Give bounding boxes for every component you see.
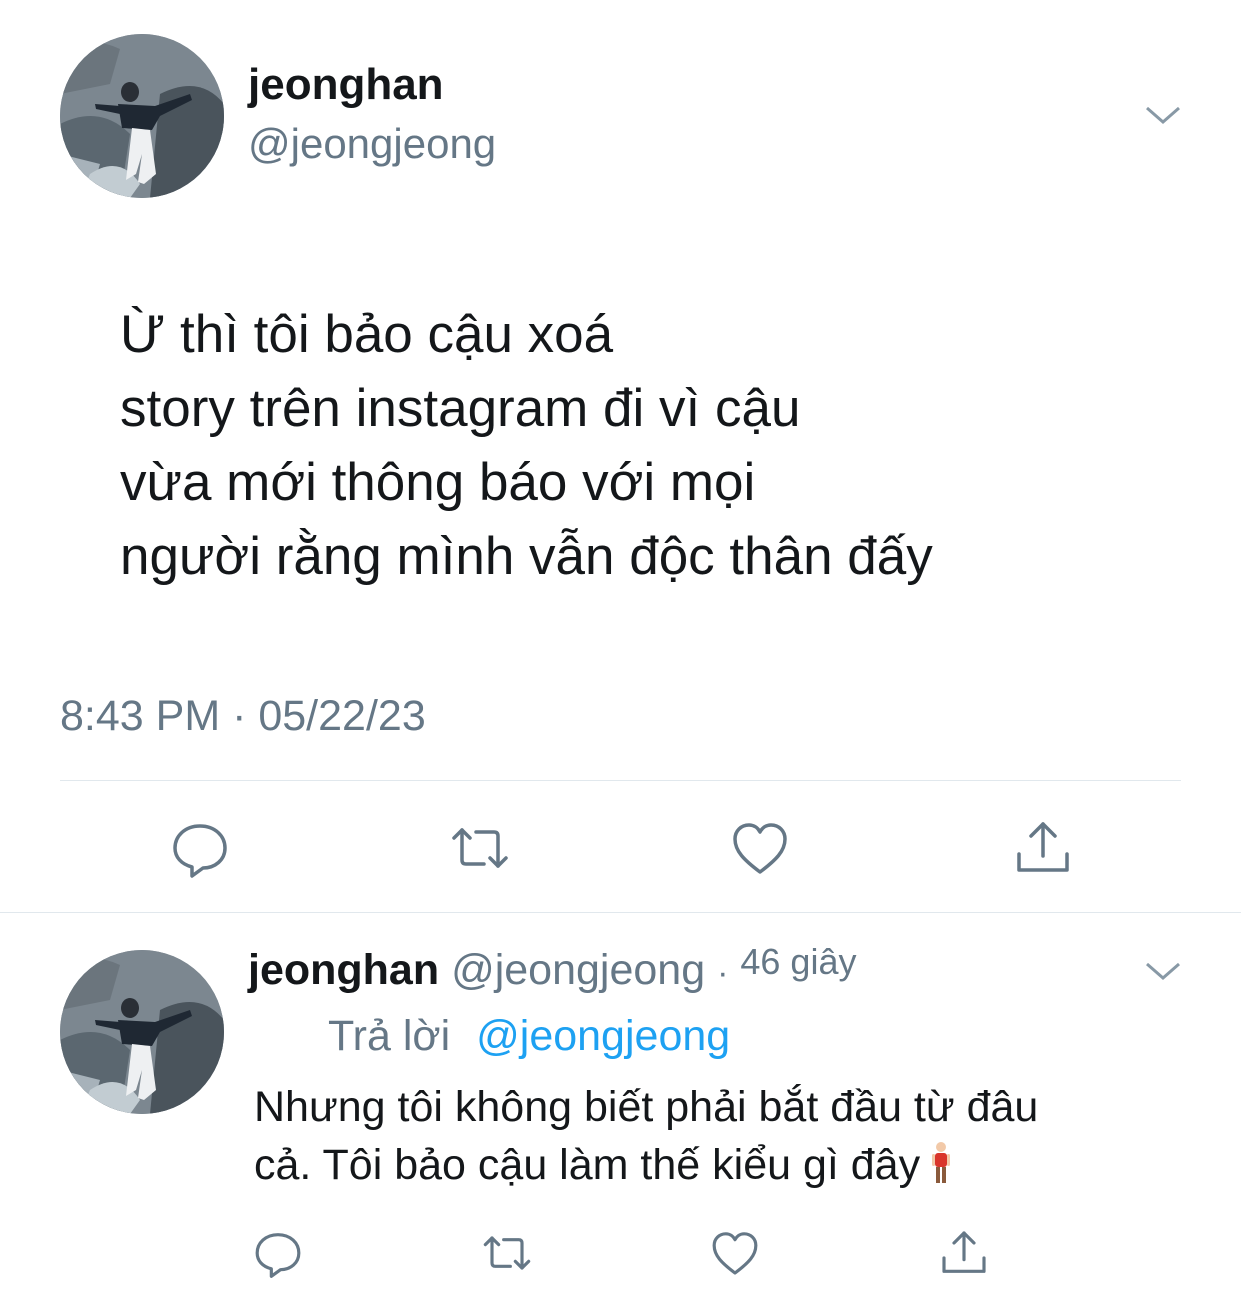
- display-name[interactable]: jeonghan: [248, 946, 439, 994]
- user-handle[interactable]: @jeongjeong: [451, 946, 705, 994]
- share-icon[interactable]: [1013, 818, 1073, 878]
- tweet-text-line: người rằng mình vẫn độc thân đấy: [120, 527, 933, 586]
- separator-dot: ·: [717, 954, 729, 992]
- display-name[interactable]: jeonghan: [248, 60, 444, 110]
- time-ago: 46 giây: [740, 941, 857, 982]
- divider: [60, 780, 1181, 781]
- divider: [0, 912, 1241, 913]
- reply-icon[interactable]: [170, 818, 230, 878]
- reply-text-line: Nhưng tôi không biết phải bắt đầu từ đâu: [254, 1083, 1039, 1131]
- reply-text: Nhưng tôi không biết phải bắt đầu từ đâu…: [254, 1078, 1214, 1194]
- tweet-text-line: vừa mới thông báo với mọi: [120, 453, 756, 512]
- reply-text-line-content: cả. Tôi bảo cậu làm thế kiểu gì đây: [254, 1141, 921, 1189]
- replying-to: Trả lời @jeongjeong: [328, 1012, 730, 1061]
- tweet-text-line: Ừ thì tôi bảo cậu xoá: [120, 305, 614, 364]
- retweet-icon[interactable]: [482, 1228, 532, 1278]
- reply-icon[interactable]: [253, 1228, 303, 1278]
- like-icon[interactable]: [710, 1228, 760, 1278]
- tweet-text-line: story trên instagram đi vì cậu: [120, 379, 801, 438]
- tweet-text: Ừ thì tôi bảo cậu xoá story trên instagr…: [120, 298, 1200, 594]
- mention-link[interactable]: @jeongjeong: [476, 1012, 730, 1060]
- tweet-timestamp[interactable]: 8:43 PM · 05/22/23: [60, 692, 426, 741]
- avatar[interactable]: [60, 950, 224, 1114]
- reply-text-line: cả. Tôi bảo cậu làm thế kiểu gì đây: [254, 1136, 1214, 1194]
- chevron-down-icon[interactable]: [1143, 958, 1183, 984]
- chevron-down-icon[interactable]: [1143, 102, 1183, 128]
- user-handle[interactable]: @jeongjeong: [248, 120, 496, 168]
- reply-header: jeonghan @jeongjeong · 46 giây: [248, 941, 856, 995]
- like-icon[interactable]: [730, 818, 790, 878]
- person-standing-emoji-icon: [932, 1142, 951, 1183]
- share-icon[interactable]: [939, 1228, 989, 1278]
- avatar[interactable]: [60, 34, 224, 198]
- replying-label: Trả lời: [328, 1012, 451, 1060]
- retweet-icon[interactable]: [450, 818, 510, 878]
